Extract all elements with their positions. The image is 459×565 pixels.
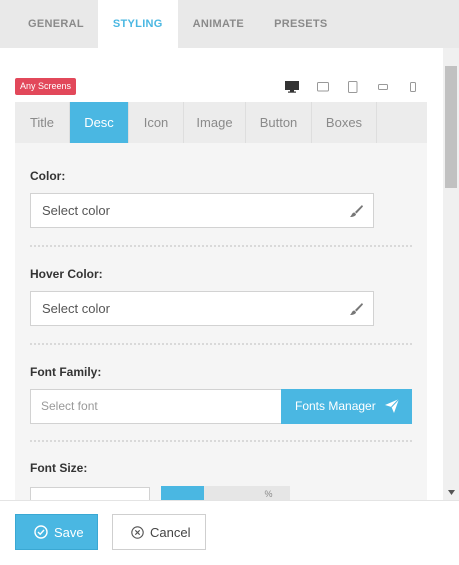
brush-icon[interactable] <box>349 302 363 316</box>
tab-animate[interactable]: ANIMATE <box>178 0 259 48</box>
mobile-landscape-icon[interactable] <box>375 80 391 94</box>
color-label: Color: <box>30 169 66 183</box>
tab-styling[interactable]: STYLING <box>97 0 178 48</box>
element-sub-tabs: Title Desc Icon Image Button Boxes <box>15 102 427 149</box>
fonts-manager-button[interactable]: Fonts Manager <box>281 389 412 424</box>
divider <box>30 245 412 247</box>
subtab-boxes[interactable]: Boxes <box>312 102 377 143</box>
color-picker-field[interactable]: Select color <box>30 193 374 228</box>
close-circle-icon <box>131 525 144 539</box>
paper-plane-icon <box>385 399 399 413</box>
divider <box>30 440 412 442</box>
subtab-desc[interactable]: Desc <box>70 102 129 149</box>
save-button[interactable]: Save <box>15 514 98 550</box>
footer-bar: Save Cancel <box>0 500 459 565</box>
scrollbar-thumb[interactable] <box>445 66 457 188</box>
font-select-field[interactable]: Select font <box>30 389 282 424</box>
unit-px-button[interactable] <box>161 486 204 500</box>
any-screens-badge: Any Screens <box>15 78 77 95</box>
hover-color-picker-field[interactable]: Select color <box>30 291 374 326</box>
divider <box>30 343 412 345</box>
styling-content: Any Screens Title Desc Icon Image Button… <box>0 48 443 500</box>
brush-icon[interactable] <box>349 204 363 218</box>
font-family-label: Font Family: <box>30 365 102 379</box>
hover-color-placeholder: Select color <box>42 301 110 316</box>
subtab-icon[interactable]: Icon <box>129 102 184 143</box>
tablet-portrait-icon[interactable] <box>345 80 361 94</box>
save-label: Save <box>54 524 84 540</box>
responsive-screens-row: Any Screens <box>15 78 427 96</box>
scroll-down-arrow-icon[interactable] <box>443 486 459 498</box>
cancel-button[interactable]: Cancel <box>112 514 206 550</box>
font-size-input[interactable] <box>30 487 150 500</box>
mobile-portrait-icon[interactable] <box>405 80 421 94</box>
tab-general[interactable]: GENERAL <box>0 0 98 48</box>
top-tab-bar: GENERAL STYLING ANIMATE PRESETS <box>0 0 459 48</box>
subtab-title[interactable]: Title <box>15 102 70 143</box>
fonts-manager-label: Fonts Manager <box>295 399 376 413</box>
cancel-label: Cancel <box>150 524 191 540</box>
font-placeholder: Select font <box>41 399 98 413</box>
tab-presets[interactable]: PRESETS <box>259 0 342 48</box>
color-placeholder: Select color <box>42 203 110 218</box>
desktop-icon[interactable] <box>284 80 300 94</box>
subtab-image[interactable]: Image <box>184 102 246 143</box>
subtab-button[interactable]: Button <box>246 102 312 143</box>
unit-percent-button[interactable]: % <box>247 486 290 500</box>
hover-color-label: Hover Color: <box>30 267 103 281</box>
tablet-landscape-icon[interactable] <box>315 80 331 94</box>
desc-style-panel: Color: Select color Hover Color: Select … <box>15 143 427 500</box>
font-size-label: Font Size: <box>30 461 88 475</box>
check-circle-icon <box>34 525 48 539</box>
unit-em-button[interactable] <box>204 486 247 500</box>
vertical-scrollbar[interactable] <box>443 48 459 500</box>
